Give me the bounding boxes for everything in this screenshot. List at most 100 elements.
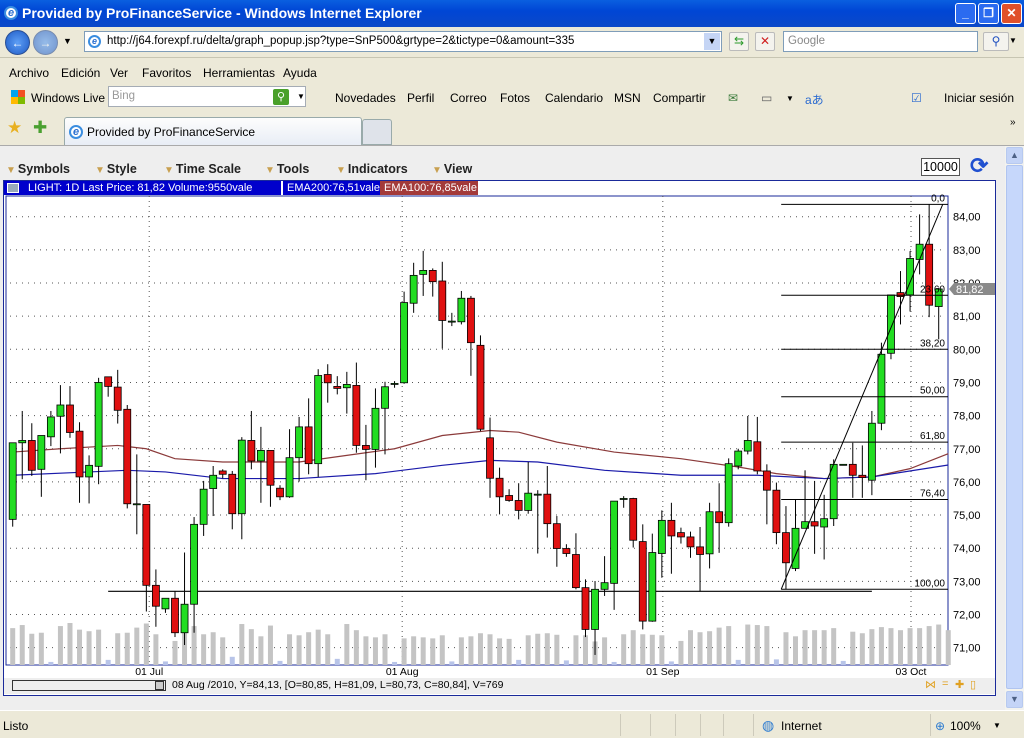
amount-input[interactable]: 10000 — [921, 158, 960, 176]
keyboard-icon[interactable]: ▭ — [761, 91, 772, 105]
applet-menu-style[interactable]: ▼ Style — [95, 162, 137, 176]
scroll-up-button[interactable]: ▲ — [1006, 147, 1023, 164]
candle-down — [572, 554, 580, 589]
keyboard-dropdown-icon[interactable]: ▼ — [786, 94, 794, 103]
candle-up — [887, 294, 895, 354]
applet-menu-indicators[interactable]: ▼ Indicators — [336, 162, 408, 176]
candle-down — [858, 474, 867, 478]
candle-up — [409, 274, 418, 304]
signin-link[interactable]: Iniciar sesión — [944, 91, 1014, 105]
refresh-page-button[interactable]: ⇆ — [729, 32, 749, 51]
candle-up — [371, 407, 380, 450]
link-compartir[interactable]: Compartir — [653, 91, 706, 105]
candle-down — [266, 450, 275, 486]
candle-up — [533, 493, 542, 496]
tab-active[interactable]: e Provided by ProFinanceService — [64, 117, 362, 145]
candlestick-chart[interactable]: 71,00 72,00 73,00 74,00 75,00 76,00 77,00 78,00… — [4, 181, 995, 678]
zoom-out-icon[interactable]: = — [942, 678, 948, 690]
zoom-in-icon[interactable]: ✚ — [955, 678, 964, 691]
search-input[interactable]: Google — [783, 31, 978, 52]
candle-up — [56, 404, 65, 417]
volume-bar — [134, 627, 140, 665]
zoom-level[interactable]: 100% — [950, 719, 981, 733]
stop-button[interactable]: ✕ — [755, 32, 775, 51]
link-fotos[interactable]: Fotos — [500, 91, 530, 105]
candle-up — [180, 603, 189, 634]
address-input[interactable]: e http://j64.forexpf.ru/delta/graph_popu… — [84, 31, 722, 52]
volume-bar — [850, 631, 856, 665]
minimize-button[interactable]: _ — [955, 3, 976, 24]
menu-edicion[interactable]: Edición — [61, 66, 100, 80]
chart-info-bar: LIGHT: 1D Last Price: 81,82 Volume:9550v… — [4, 181, 995, 195]
candle-up — [37, 435, 46, 470]
candle-up — [447, 320, 456, 323]
scroll-thumb[interactable] — [1006, 165, 1023, 689]
scroll-thumb[interactable] — [155, 681, 164, 690]
applet-menu-time-scale[interactable]: ▼ Time Scale — [164, 162, 241, 176]
checkbox-icon[interactable]: ☑ — [911, 91, 922, 105]
menu-ayuda[interactable]: Ayuda — [283, 66, 317, 80]
mail-icon[interactable]: ✉ — [728, 91, 738, 105]
candle-down — [638, 541, 647, 622]
bing-search-icon[interactable]: ⚲ — [273, 89, 289, 105]
candle-down — [552, 523, 561, 549]
candle-down — [333, 386, 342, 389]
add-favorite-icon[interactable]: ✚ — [33, 118, 47, 138]
translate-icon[interactable]: aあ — [805, 91, 824, 108]
back-button[interactable]: ← — [5, 30, 30, 55]
candle-down — [782, 532, 790, 564]
restore-button[interactable]: ❐ — [978, 3, 999, 24]
volume-bar — [477, 633, 483, 665]
volume-bar — [802, 630, 808, 665]
page-scrollbar[interactable]: ▲ ▼ — [1005, 146, 1024, 710]
volume-bar — [926, 626, 932, 665]
candle-down — [486, 437, 494, 479]
history-dropdown-icon[interactable]: ▼ — [63, 36, 72, 46]
new-tab-button[interactable] — [362, 119, 392, 145]
address-dropdown-icon[interactable]: ▼ — [704, 33, 720, 50]
menu-herramientas[interactable]: Herramientas — [203, 66, 275, 80]
plot-area — [5, 195, 949, 666]
zoom-dropdown-icon[interactable]: ▼ — [993, 721, 1001, 730]
volume-bar — [325, 634, 331, 665]
scroll-down-button[interactable]: ▼ — [1006, 691, 1023, 708]
close-button[interactable]: ✕ — [1001, 3, 1022, 24]
volume-bar — [573, 635, 579, 665]
link-msn[interactable]: MSN — [614, 91, 641, 105]
applet-menu-view[interactable]: ▼ View — [432, 162, 472, 176]
x-tick-label: 01 Aug — [386, 666, 419, 678]
favorites-star-icon[interactable]: ★ — [7, 118, 22, 138]
search-options-icon[interactable]: ▼ — [1009, 36, 1017, 45]
volume-bar — [411, 636, 417, 665]
menu-ver[interactable]: Ver — [110, 66, 128, 80]
menu-favoritos[interactable]: Favoritos — [142, 66, 191, 80]
link-novedades[interactable]: Novedades — [335, 91, 396, 105]
bookmark-icon[interactable]: ▯ — [970, 678, 976, 691]
page-content: ▼ Symbols ▼ Style ▼ Time Scale ▼ Tools ▼ Indi… — [0, 146, 1005, 710]
chart-scrollbar[interactable] — [12, 680, 166, 691]
search-icon[interactable]: ⚲ — [983, 32, 1009, 51]
windows-live-link[interactable]: Windows Live — [31, 91, 105, 105]
candle-down — [476, 344, 485, 430]
zoom-fit-icon[interactable]: ⋈ — [925, 678, 936, 691]
link-calendario[interactable]: Calendario — [545, 91, 603, 105]
menu-archivo[interactable]: Archivo — [9, 66, 49, 80]
refresh-chart-icon[interactable]: ⟳ — [970, 155, 994, 178]
bing-dropdown-icon[interactable]: ▼ — [297, 92, 305, 101]
volume-bar — [334, 658, 340, 665]
volume-bar — [220, 637, 226, 665]
chevron-more-icon[interactable]: » — [1010, 117, 1016, 128]
candle-down — [142, 504, 151, 586]
candle-up — [400, 302, 409, 384]
zoom-icon[interactable]: ⊕ — [935, 719, 945, 733]
volume-bar — [840, 660, 846, 665]
tab-title: Provided by ProFinanceService — [87, 125, 256, 139]
link-perfil[interactable]: Perfil — [407, 91, 434, 105]
volume-bar — [525, 635, 531, 665]
link-correo[interactable]: Correo — [450, 91, 487, 105]
forward-button[interactable]: → — [33, 30, 58, 55]
toggle-panel-icon[interactable] — [7, 183, 19, 193]
volume-bar — [439, 635, 445, 665]
applet-menu-tools[interactable]: ▼ Tools — [265, 162, 309, 176]
applet-menu-symbols[interactable]: ▼ Symbols — [6, 162, 70, 176]
